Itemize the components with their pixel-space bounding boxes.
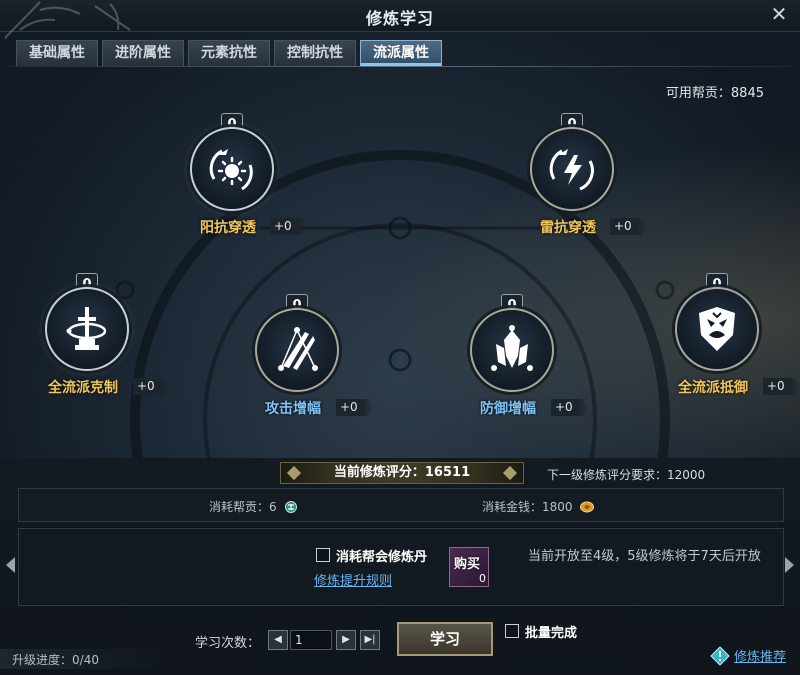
score-value: 16511 (424, 465, 471, 480)
diamond-ornament-icon (502, 465, 518, 481)
node-yang-penetration[interactable] (190, 127, 274, 211)
tab-control-resistance[interactable]: 控制抗性 (274, 40, 356, 66)
max-button[interactable]: ▶| (360, 630, 380, 650)
window-title: 修炼学习 (365, 9, 434, 28)
progress-label: 升级进度： (12, 653, 73, 667)
pill-item-slot[interactable]: 购买 0 (449, 547, 489, 587)
progress-value: 0/40 (72, 653, 99, 667)
study-count-input[interactable]: 1 (290, 630, 332, 650)
pill-count: 0 (479, 572, 486, 585)
buy-label: 购买 (454, 557, 481, 572)
study-button[interactable]: 学习 (397, 622, 493, 656)
sun-slash-icon (209, 149, 253, 191)
level-unlock-notice: 当前开放至4级，5级修炼将于7天后开放 (528, 549, 761, 564)
contribution-value: 8845 (730, 86, 764, 101)
upgrade-progress: 升级进度：0/40 (12, 651, 99, 668)
gold-coin-icon (580, 501, 595, 513)
node-attack-amplify[interactable] (255, 308, 339, 392)
node-all-school-resist[interactable] (675, 287, 759, 371)
use-pill-label: 消耗帮会修炼丹 (336, 550, 428, 565)
shield-face-icon (699, 307, 735, 351)
node-bonus-value: +0 (133, 378, 171, 395)
node-bonus-value: +0 (551, 399, 589, 416)
contribution-cost-value: 6 (269, 500, 277, 514)
node-name-label: 雷抗穿透 (540, 220, 596, 236)
batch-complete-checkbox[interactable] (505, 624, 519, 638)
close-icon[interactable]: ✕ (768, 3, 790, 25)
node-bonus-value: +0 (763, 378, 800, 395)
node-name-label: 全流派抵御 (678, 380, 748, 396)
batch-complete-label: 批量完成 (525, 626, 578, 641)
decrease-button[interactable]: ◀ (268, 630, 288, 650)
tab-element-resistance[interactable]: 元素抗性 (188, 40, 270, 66)
info-diamond-icon (710, 646, 730, 666)
use-pill-checkbox[interactable] (316, 548, 330, 562)
diamond-ornament-icon (286, 465, 302, 481)
recommend-link[interactable]: 修炼推荐 (734, 646, 786, 665)
armor-crest-icon (491, 325, 533, 371)
requirement-value: 12000 (667, 468, 706, 482)
node-name-label: 攻击增幅 (265, 401, 321, 417)
node-name-label: 防御增幅 (480, 401, 536, 417)
tab-school-attributes[interactable]: 流派属性 (360, 40, 442, 66)
tab-bar: 基础属性 进阶属性 元素抗性 控制抗性 流派属性 (16, 40, 442, 66)
tab-basic-attributes[interactable]: 基础属性 (16, 40, 98, 66)
next-level-requirement: 下一级修炼评分要求：12000 (547, 466, 705, 483)
crossed-blades-icon (278, 327, 318, 371)
money-cost-label: 消耗金钱： (482, 500, 543, 514)
tab-divider (8, 66, 792, 67)
score-label: 当前修炼评分： (333, 465, 425, 480)
money-cost-value: 1800 (542, 500, 573, 514)
money-cost: 消耗金钱：1800 (482, 498, 595, 515)
contribution-label: 可用帮贡： (665, 86, 731, 101)
panel-right-arrow-icon[interactable] (785, 557, 794, 573)
requirement-label: 下一级修炼评分要求： (547, 468, 668, 482)
study-count-label: 学习次数： (195, 636, 261, 651)
node-bonus-value: +0 (336, 399, 374, 416)
node-all-school-counter[interactable] (45, 287, 129, 371)
node-defense-amplify[interactable] (470, 308, 554, 392)
available-contribution: 可用帮贡：8845 (666, 82, 764, 101)
node-thunder-penetration[interactable] (530, 127, 614, 211)
sword-orbit-icon (66, 307, 107, 350)
title-bar: 修炼学习 ✕ (0, 0, 800, 39)
panel-left-arrow-icon[interactable] (6, 557, 15, 573)
guild-token-icon (285, 501, 298, 513)
lightning-slash-icon (549, 149, 594, 191)
current-score-banner: 当前修炼评分：16511 (280, 462, 524, 484)
node-name-label: 阳抗穿透 (200, 220, 256, 236)
tab-advanced-attributes[interactable]: 进阶属性 (102, 40, 184, 66)
contribution-cost-label: 消耗帮贡： (209, 500, 270, 514)
node-bonus-value: +0 (270, 218, 308, 235)
increase-button[interactable]: ▶ (336, 630, 356, 650)
cultivation-window: 修炼学习 ✕ 基础属性 进阶属性 元素抗性 控制抗性 流派属性 可用帮贡：884… (0, 0, 800, 675)
cultivation-rules-link[interactable]: 修炼提升规则 (314, 570, 392, 589)
contribution-cost: 消耗帮贡：6 (209, 498, 298, 515)
cost-row: 消耗帮贡：6 消耗金钱：1800 (18, 488, 784, 522)
node-name-label: 全流派克制 (48, 380, 118, 396)
node-bonus-value: +0 (610, 218, 648, 235)
